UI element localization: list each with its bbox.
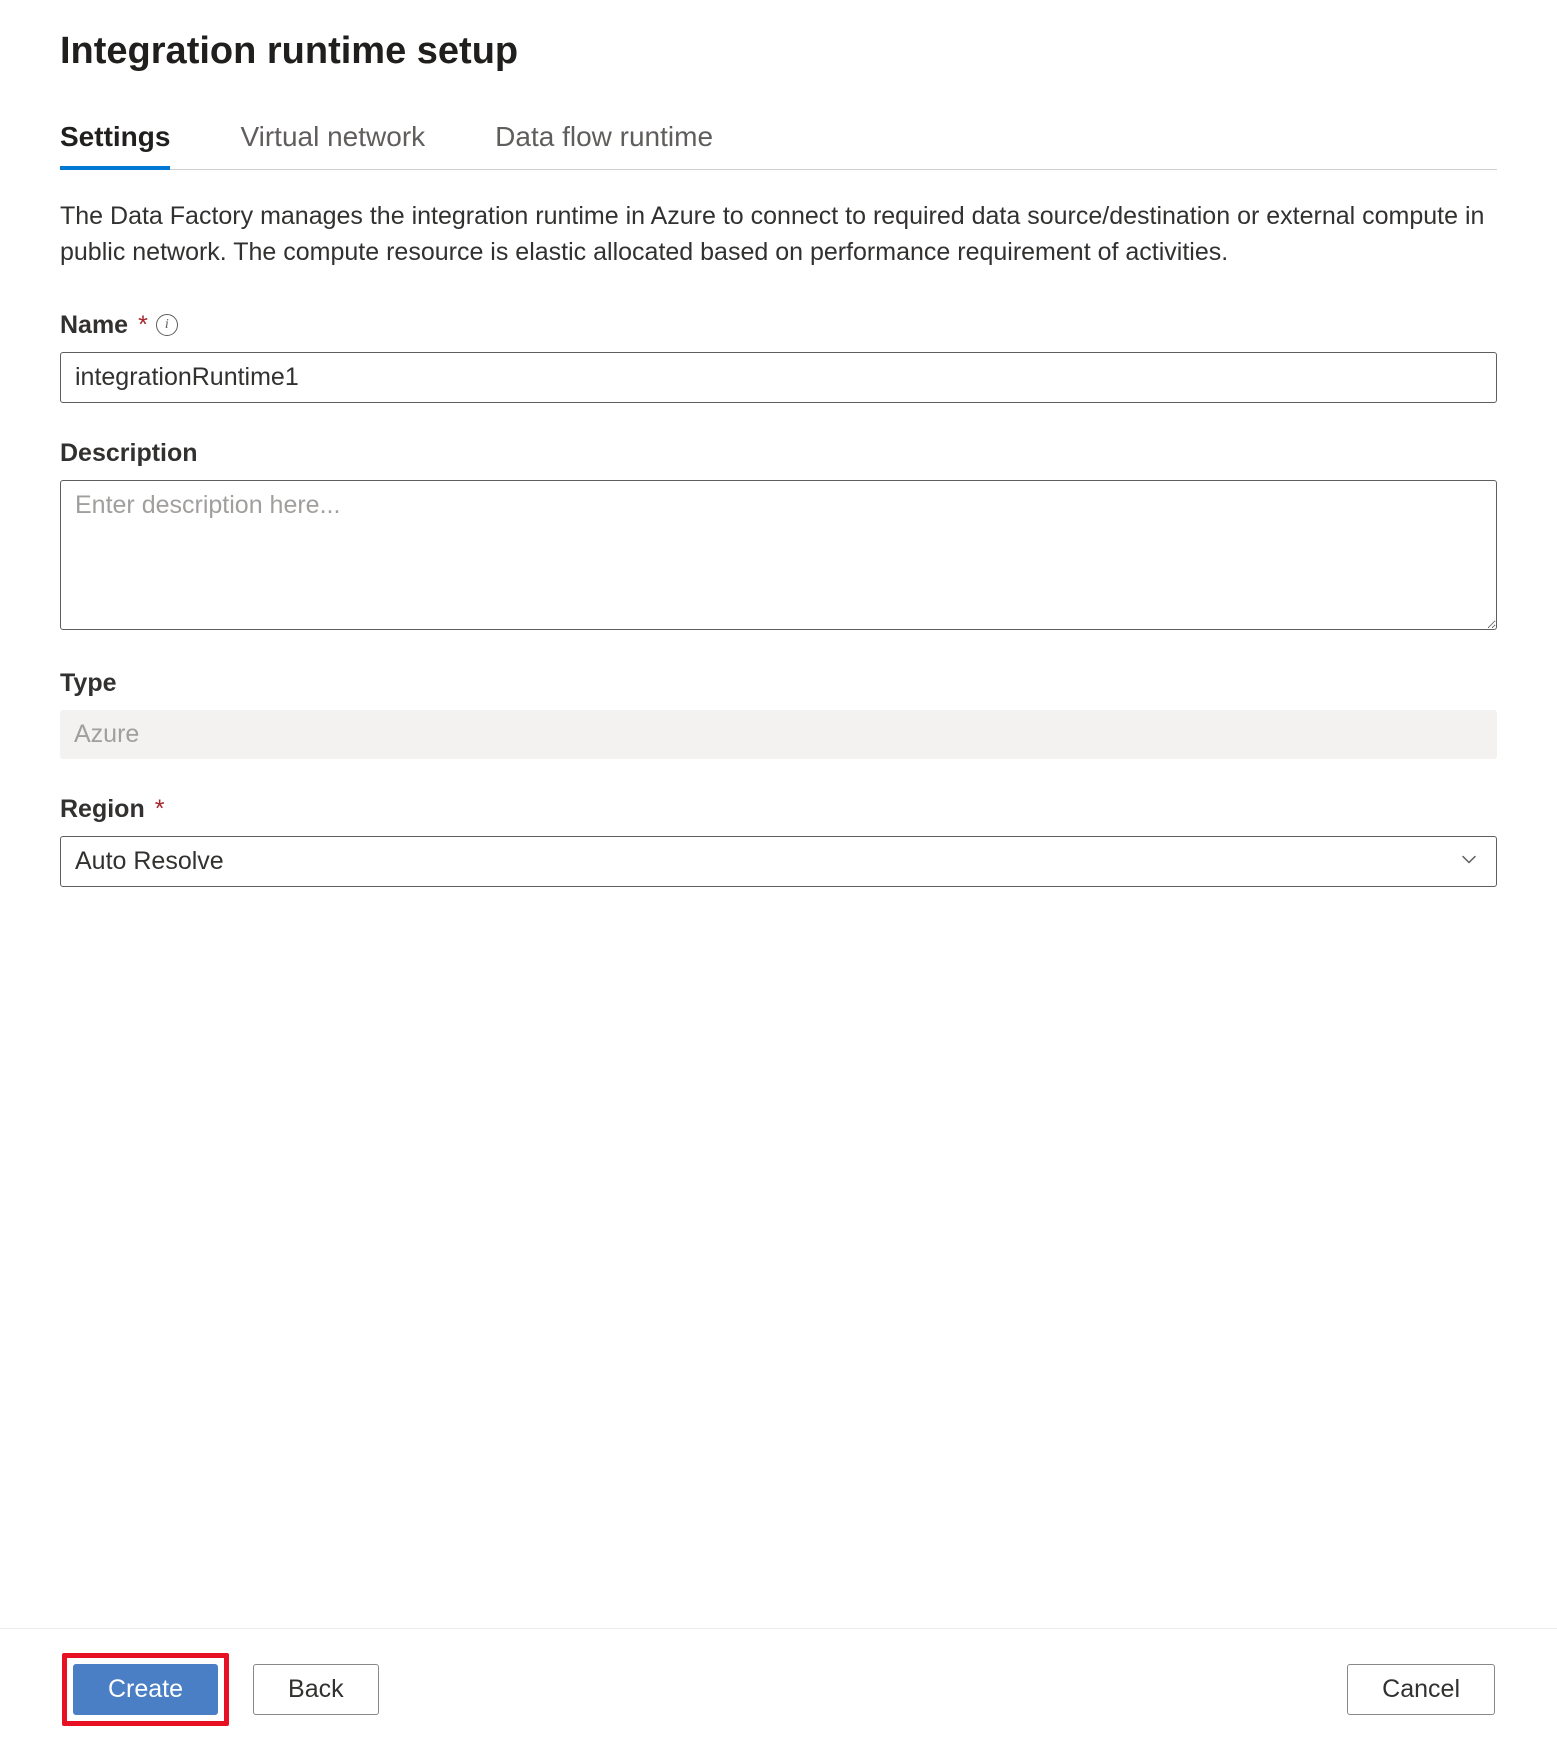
type-readonly [60, 710, 1497, 759]
field-group-description: Description [60, 439, 1497, 633]
description-label: Description [60, 439, 1497, 468]
description-textarea[interactable] [60, 480, 1497, 630]
tab-settings[interactable]: Settings [60, 121, 170, 169]
region-select[interactable]: Auto Resolve [60, 836, 1497, 887]
footer-bar: Create Back Cancel [0, 1628, 1557, 1750]
description-label-text: Description [60, 439, 198, 468]
name-label: Name * i [60, 311, 1497, 340]
region-select-wrapper: Auto Resolve [60, 836, 1497, 887]
panel-title: Integration runtime setup [60, 30, 1497, 73]
field-group-region: Region * Auto Resolve [60, 795, 1497, 887]
back-button[interactable]: Back [253, 1664, 379, 1715]
region-label: Region * [60, 795, 1497, 824]
type-label-text: Type [60, 669, 117, 698]
create-button[interactable]: Create [73, 1664, 218, 1715]
type-label: Type [60, 669, 1497, 698]
name-label-text: Name [60, 311, 128, 340]
required-asterisk: * [138, 311, 148, 340]
required-asterisk: * [155, 795, 165, 824]
info-icon[interactable]: i [156, 314, 178, 336]
field-group-type: Type [60, 669, 1497, 759]
create-button-highlight: Create [62, 1653, 229, 1726]
region-label-text: Region [60, 795, 145, 824]
intro-text: The Data Factory manages the integration… [60, 198, 1497, 271]
tab-bar: Settings Virtual network Data flow runti… [60, 121, 1497, 170]
tab-virtual-network[interactable]: Virtual network [240, 121, 425, 169]
cancel-button[interactable]: Cancel [1347, 1664, 1495, 1715]
field-group-name: Name * i [60, 311, 1497, 403]
tab-data-flow-runtime[interactable]: Data flow runtime [495, 121, 713, 169]
integration-runtime-setup-panel: Integration runtime setup Settings Virtu… [0, 0, 1557, 1750]
name-input[interactable] [60, 352, 1497, 403]
